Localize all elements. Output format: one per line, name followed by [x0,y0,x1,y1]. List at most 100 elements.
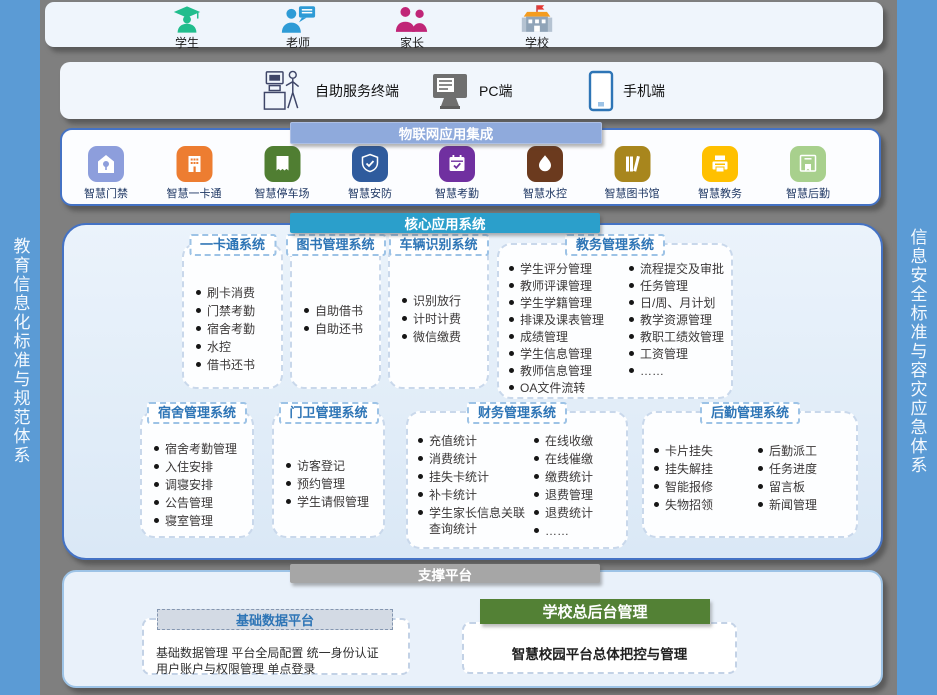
item-label: 公告管理 [165,495,213,511]
list-item: 补卡统计 [418,487,530,503]
bullet-icon [758,484,763,489]
system-box-library: 图书管理系统 自助借书 自助还书 [290,243,381,389]
iot-item-academic: 智慧教务 [698,146,742,201]
list-item: 卡片挂失 [654,443,754,459]
user-group-teacher: 老师 [279,5,317,51]
list-item: 访客登记 [286,458,379,474]
bullet-icon [196,308,201,313]
system-box-vehicle: 车辆识别系统 识别放行 计时计费 微信缴费 [388,243,489,389]
logistics-banner-icon [790,146,826,182]
list-item: 退费管理 [534,487,622,503]
system-box-logistics: 后勤管理系统 卡片挂失 挂失解挂 智能报修 失物招领 后勤派工 任务进度 留言板… [642,411,858,538]
water-control-icon [527,146,563,182]
iot-item-door-access: 智慧门禁 [84,146,128,201]
list-item: 在线催缴 [534,451,622,467]
iot-header: 物联网应用集成 [290,122,602,144]
item-label: 教职工绩效管理 [640,329,724,345]
item-label: 教学资源管理 [640,312,712,328]
bullet-icon [629,266,634,271]
item-label: 调寝安排 [165,477,213,493]
item-label: 计时计费 [413,311,461,327]
iot-item-logistics: 智慧后勤 [786,146,830,201]
box-title: 门卫管理系统 [278,402,378,424]
bullet-icon [509,334,514,339]
bullet-icon [304,308,309,313]
bullet-icon [154,464,159,469]
item-label: 缴费统计 [545,469,593,485]
item-label: 成绩管理 [520,329,568,345]
list-item: 自助借书 [304,303,375,319]
list-item: …… [629,363,727,379]
bullet-icon [418,510,423,515]
list-item: 教职工绩效管理 [629,329,727,345]
base-platform-line1: 基础数据管理 平台全局配置 统一身份认证 [156,645,408,661]
list-item: 自助还书 [304,321,375,337]
admin-box: 智慧校园平台总体把控与管理 [462,622,737,674]
box-title: 车辆识别系统 [388,234,488,256]
terminals-panel: 自助服务终端 PC端 手机端 [60,62,883,119]
iot-item-label: 智慧教务 [698,185,742,201]
item-label: 后勤派工 [769,443,817,459]
box-title: 教务管理系统 [565,234,665,256]
iot-item-library: 智慧图书馆 [605,146,660,201]
list-item: 学生学籍管理 [509,295,625,311]
bullet-icon [509,317,514,322]
item-label: 教师评课管理 [520,278,592,294]
box-title: 图书管理系统 [285,234,385,256]
list-item: 任务进度 [758,461,852,477]
system-box-gatekeeper: 门卫管理系统 访客登记 预约管理 学生请假管理 [272,411,385,538]
terminal-group-pc: PC端 [430,72,512,110]
user-label: 学生 [175,34,199,51]
list-item: 排课及课表管理 [509,312,625,328]
bullet-icon [654,448,659,453]
list-item: 学生评分管理 [509,261,625,277]
item-label: 退费管理 [545,487,593,503]
list-item: 成绩管理 [509,329,625,345]
bullet-icon [629,317,634,322]
bullet-icon [509,283,514,288]
item-label: 失物招领 [665,497,713,513]
parking-icon [264,146,300,182]
bullet-icon [509,385,514,390]
bullet-icon [304,326,309,331]
item-label: 挂失解挂 [665,461,713,477]
list-item: 刷卡消费 [196,285,277,301]
bullet-icon [758,466,763,471]
box-title: 后勤管理系统 [700,402,800,424]
bullet-icon [154,518,159,523]
item-label: 学生请假管理 [297,494,369,510]
item-label: 寝室管理 [165,513,213,529]
item-label: 预约管理 [297,476,345,492]
list-item: 教学资源管理 [629,312,727,328]
user-label: 家长 [400,34,424,51]
bullet-icon [509,300,514,305]
iot-item-label: 智慧图书馆 [605,185,660,201]
item-label: 任务管理 [640,278,688,294]
academic-printer-icon [702,146,738,182]
iot-item-label: 智慧门禁 [84,185,128,201]
bullet-icon [402,298,407,303]
item-label: …… [545,523,569,539]
terminal-label: 自助服务终端 [315,81,399,101]
bullet-icon [418,474,423,479]
item-label: 退费统计 [545,505,593,521]
bullet-icon [196,290,201,295]
list-item: 日/周、月计划 [629,295,727,311]
parents-icon [394,5,430,34]
iot-item-attendance: 智慧考勤 [435,146,479,201]
list-item: 学生家长信息关联查询统计 [418,505,530,537]
list-item: 挂失卡统计 [418,469,530,485]
list-item: …… [534,523,622,539]
admin-header: 学校总后台管理 [480,599,710,624]
list-item: 学生请假管理 [286,494,379,510]
list-item: 后勤派工 [758,443,852,459]
admin-content: 智慧校园平台总体把控与管理 [512,633,688,663]
item-label: 补卡统计 [429,487,477,503]
iot-item-parking: 智慧停车场 [255,146,310,201]
bullet-icon [402,316,407,321]
item-label: 流程提交及审批 [640,261,724,277]
bullet-icon [629,300,634,305]
item-label: 在线收缴 [545,433,593,449]
item-label: 学生家长信息关联查询统计 [429,505,530,537]
bullet-icon [196,362,201,367]
